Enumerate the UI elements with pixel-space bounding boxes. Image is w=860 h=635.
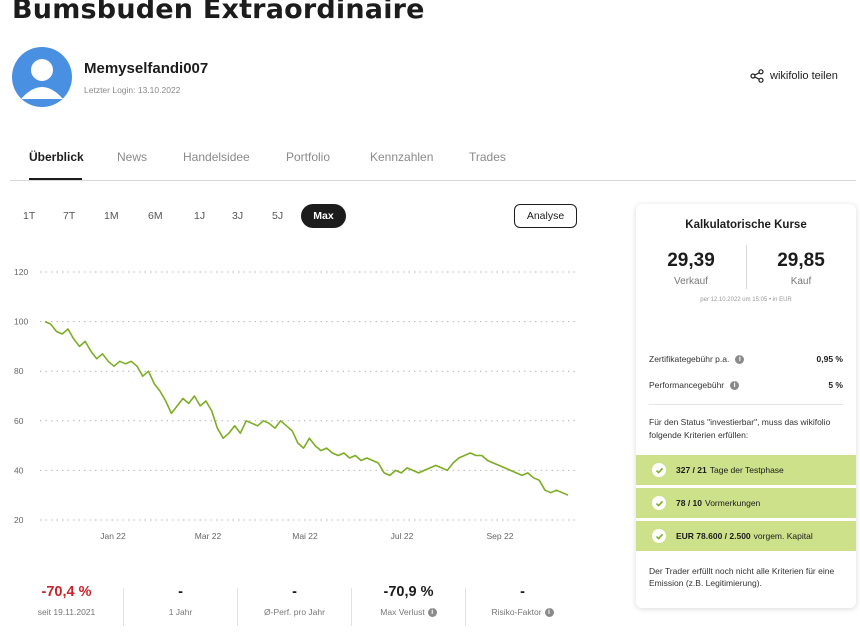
info-icon[interactable]: i bbox=[427, 608, 437, 618]
sell-price-value: 29,39 bbox=[667, 250, 715, 271]
stat-label: Risiko-Faktor i bbox=[466, 607, 579, 618]
price-card: Kalkulatorische Kurse 29,39 Verkauf 29,8… bbox=[636, 204, 856, 608]
tab-portfolio[interactable]: Portfolio bbox=[286, 150, 330, 164]
username[interactable]: Memyselfandi007 bbox=[84, 60, 208, 77]
performance-chart[interactable]: 120 100 80 60 40 20 Jan 22 Mar 22 Mai 22 Jul 22 Se… bbox=[0, 255, 600, 555]
buy-price-label: Kauf bbox=[790, 276, 812, 287]
checkmark-icon bbox=[652, 496, 666, 510]
emission-note: Der Trader erfüllt noch nicht alle Krite… bbox=[649, 566, 835, 588]
criterion-label: Vormerkungen bbox=[705, 498, 761, 508]
sell-price-label: Verkauf bbox=[674, 276, 708, 287]
stat-label: Max Verlust i bbox=[352, 607, 465, 618]
stat-max-loss: -70,9 % Max Verlust i bbox=[352, 584, 465, 618]
stat-value: -70,4 % bbox=[41, 584, 92, 600]
criterion-value: EUR 78.600 / 2.500 bbox=[676, 531, 751, 541]
tab-handelsidee[interactable]: Handelsidee bbox=[183, 150, 250, 164]
stat-value: - bbox=[520, 584, 525, 600]
analyse-button[interactable]: Analyse bbox=[514, 204, 577, 228]
stat-label-text: Risiko-Faktor bbox=[491, 607, 542, 617]
x-tick-label: Sep 22 bbox=[487, 531, 514, 541]
share-icon bbox=[750, 69, 764, 83]
range-7t[interactable]: 7T bbox=[63, 210, 75, 222]
checkmark-icon bbox=[652, 529, 666, 543]
y-tick-label: 60 bbox=[14, 416, 24, 426]
x-tick-label: Jan 22 bbox=[100, 531, 126, 541]
tab-trades[interactable]: Trades bbox=[469, 150, 506, 164]
divider bbox=[649, 404, 843, 405]
y-tick-label: 20 bbox=[14, 515, 24, 525]
fee-row-performance: Performancegebühr i 5 % bbox=[649, 380, 843, 391]
x-tick-label: Jul 22 bbox=[391, 531, 414, 541]
tab-kennzahlen[interactable]: Kennzahlen bbox=[370, 150, 433, 164]
y-tick-label: 120 bbox=[14, 267, 28, 277]
buy-price-value: 29,85 bbox=[777, 250, 825, 271]
y-tick-label: 100 bbox=[14, 317, 28, 327]
stat-since-start: -70,4 % seit 19.11.2021 bbox=[10, 584, 123, 617]
range-6m[interactable]: 6M bbox=[148, 210, 163, 222]
criterion-label: vorgem. Kapital bbox=[753, 531, 813, 541]
fee-row-certificate: Zertifikategebühr p.a. i 0,95 % bbox=[649, 354, 843, 365]
last-login: Letzter Login: 13.10.2022 bbox=[84, 85, 181, 95]
criterion-test-phase: 327 / 21 Tage der Testphase bbox=[636, 455, 856, 485]
tab-ueberblick[interactable]: Überblick bbox=[29, 150, 84, 164]
stat-label: Ø-Perf. pro Jahr bbox=[264, 607, 325, 617]
stat-value: - bbox=[178, 584, 183, 600]
range-1m[interactable]: 1M bbox=[104, 210, 119, 222]
criterion-value: 78 / 10 bbox=[676, 498, 702, 508]
stat-1-year: - 1 Jahr bbox=[124, 584, 237, 617]
range-3j[interactable]: 3J bbox=[232, 210, 243, 222]
fee-value: 0,95 % bbox=[816, 354, 843, 364]
buy-price: 29,85 Kauf bbox=[746, 250, 856, 287]
fee-label: Zertifikategebühr p.a. i bbox=[649, 354, 745, 365]
info-icon[interactable]: i bbox=[730, 381, 740, 391]
page-title: Bumsbuden Extraordinaire bbox=[12, 0, 425, 25]
range-max[interactable]: Max bbox=[301, 204, 346, 228]
checkmark-icon bbox=[652, 463, 666, 477]
y-tick-label: 80 bbox=[14, 366, 24, 376]
performance-line bbox=[44, 320, 569, 496]
x-tick-label: Mai 22 bbox=[292, 531, 318, 541]
fee-label-text: Zertifikategebühr p.a. bbox=[649, 354, 730, 364]
fee-value: 5 % bbox=[828, 380, 843, 390]
x-tick-label: Mar 22 bbox=[195, 531, 222, 541]
stat-label: seit 19.11.2021 bbox=[37, 607, 96, 617]
price-timestamp: per 12.10.2022 um 15:05 • in EUR bbox=[700, 297, 792, 303]
share-button[interactable]: wikifolio teilen bbox=[750, 69, 838, 83]
stat-value: - bbox=[292, 584, 297, 600]
y-tick-label: 40 bbox=[14, 465, 24, 475]
tab-news[interactable]: News bbox=[117, 150, 147, 164]
stat-value: -70,9 % bbox=[383, 584, 434, 600]
stat-avg-perf: - Ø-Perf. pro Jahr bbox=[238, 584, 351, 617]
card-title: Kalkulatorische Kurse bbox=[685, 219, 807, 231]
avatar bbox=[12, 47, 72, 107]
range-1t[interactable]: 1T bbox=[23, 210, 35, 222]
info-icon[interactable]: i bbox=[544, 608, 554, 618]
stat-label: 1 Jahr bbox=[168, 607, 193, 617]
criterion-label: Tage der Testphase bbox=[709, 465, 784, 475]
info-icon[interactable]: i bbox=[735, 355, 745, 365]
tab-bar: Überblick News Handelsidee Portfolio Ken… bbox=[10, 144, 856, 181]
stat-label-text: Max Verlust bbox=[380, 607, 425, 617]
active-tab-indicator bbox=[29, 178, 82, 180]
share-label: wikifolio teilen bbox=[770, 70, 838, 82]
criterion-reservations: 78 / 10 Vormerkungen bbox=[636, 488, 856, 518]
user-icon bbox=[21, 59, 63, 99]
fee-label: Performancegebühr i bbox=[649, 380, 740, 391]
stat-risk-factor: - Risiko-Faktor i bbox=[466, 584, 579, 618]
fee-label-text: Performancegebühr bbox=[649, 380, 725, 390]
stats-row: -70,4 % seit 19.11.2021 - 1 Jahr - Ø-Per… bbox=[10, 584, 580, 634]
range-1j[interactable]: 1J bbox=[194, 210, 205, 222]
criterion-capital: EUR 78.600 / 2.500 vorgem. Kapital bbox=[636, 521, 856, 551]
status-requirements-text: Für den Status "investierbar", muss das … bbox=[649, 417, 831, 440]
criterion-value: 327 / 21 bbox=[676, 465, 707, 475]
range-5j[interactable]: 5J bbox=[272, 210, 283, 222]
sell-price: 29,39 Verkauf bbox=[636, 250, 746, 287]
